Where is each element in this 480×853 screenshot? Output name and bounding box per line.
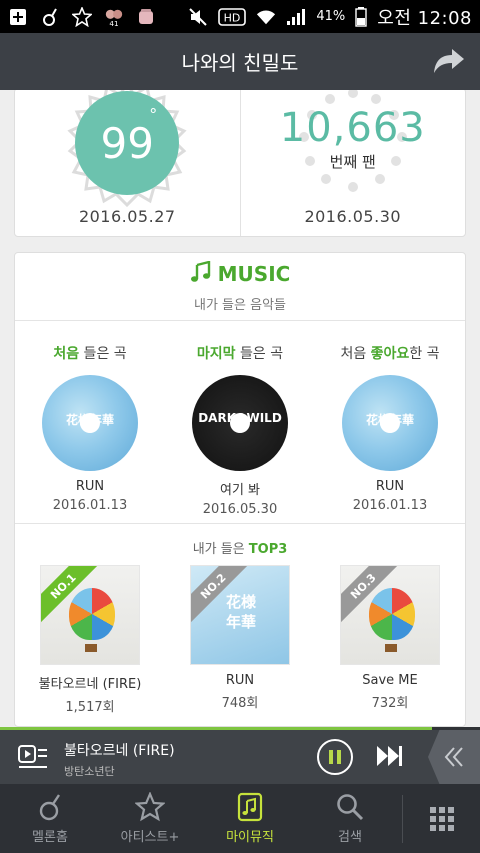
svg-text:41: 41 — [109, 19, 118, 28]
app-header: 나와의 친밀도 — [0, 33, 480, 90]
battery-icon — [355, 6, 367, 27]
fan-rank-date: 2016.05.30 — [304, 207, 402, 226]
next-track-button[interactable] — [376, 745, 404, 767]
bottom-nav: 멜론홈 아티스트+ 마이뮤직 검색 — [0, 784, 480, 853]
double-chevron-left-icon — [444, 747, 463, 767]
top3-item-2[interactable]: 花様年華 NO.2 RUN 748회 — [165, 565, 315, 715]
fan-rank-section: 10,663 번째 팬 2016.05.30 — [239, 90, 466, 236]
star-icon — [135, 792, 165, 822]
pause-icon — [329, 750, 341, 764]
melon-note-icon — [40, 7, 60, 27]
first-listened-label: 처음 들은 곡 — [53, 346, 127, 362]
song-title: RUN — [375, 479, 405, 494]
status-bar: 41 HD 41% 오전 12:08 — [0, 0, 480, 33]
now-playing-title[interactable]: 불타오르네 (FIRE) — [64, 740, 175, 760]
mini-player[interactable]: 불타오르네 (FIRE) 방탄소년단 — [0, 727, 480, 784]
music-note-icon — [190, 259, 212, 288]
song-title: Save ME — [362, 673, 418, 688]
album-cover: NO.1 — [40, 565, 140, 665]
music-title: MUSIC — [190, 259, 291, 288]
nav-more-menu[interactable] — [403, 784, 480, 853]
page-title: 나와의 친밀도 — [181, 51, 299, 75]
first-liked-label: 처음 좋아요한 곡 — [340, 346, 440, 362]
nav-label: 멜론홈 — [32, 830, 68, 845]
degree-symbol: ° — [149, 105, 158, 124]
playlist-icon[interactable] — [18, 744, 48, 770]
share-arrow-icon[interactable] — [432, 47, 466, 75]
play-count: 732회 — [371, 696, 409, 711]
play-count: 1,517회 — [65, 700, 115, 715]
firsts-row: 처음 들은 곡 花様年華 RUN 2016.01.13 마지막 들은 곡 DAR… — [15, 321, 465, 524]
balloon-art — [369, 588, 415, 640]
first-listened-song[interactable]: 처음 들은 곡 花様年華 RUN 2016.01.13 — [15, 321, 165, 523]
nav-artist-plus[interactable]: 아티스트+ — [100, 784, 200, 853]
content-area[interactable]: 99 ° 2016.05.27 10,663 번째 팬 2016.05.30 M… — [0, 90, 480, 727]
fan-rank-label: 번째 팬 — [329, 153, 376, 171]
song-title: 불타오르네 (FIRE) — [38, 677, 142, 692]
song-date: 2016.05.30 — [202, 502, 278, 517]
nav-search[interactable]: 검색 — [300, 784, 400, 853]
temperature-section: 99 ° 2016.05.27 — [15, 90, 240, 236]
svg-text:HD: HD — [224, 11, 241, 24]
nav-my-music[interactable]: 마이뮤직 — [200, 784, 300, 853]
collapse-player-button[interactable] — [428, 730, 480, 784]
top3-item-1[interactable]: NO.1 불타오르네 (FIRE) 1,517회 — [15, 565, 165, 715]
balloon-art — [69, 588, 115, 640]
wifi-icon — [256, 7, 276, 27]
last-listened-song[interactable]: 마지막 들은 곡 DARK&WILD 여기 봐 2016.05.30 — [165, 321, 315, 523]
pause-button[interactable] — [317, 739, 353, 775]
app-notification-icon: 41 — [104, 7, 124, 28]
song-title: RUN — [75, 479, 105, 494]
album-disc: 花様年華 — [42, 375, 138, 471]
album-disc: DARK&WILD — [192, 375, 288, 471]
music-subtitle: 내가 들은 음악들 — [194, 297, 286, 313]
mute-icon — [188, 7, 208, 27]
temperature-date: 2016.05.27 — [78, 207, 176, 226]
nav-label: 마이뮤직 — [226, 830, 274, 845]
skip-next-icon — [377, 746, 402, 766]
album-disc: 花様年華 — [342, 375, 438, 471]
signal-icon — [286, 7, 306, 27]
play-count: 748회 — [221, 696, 259, 711]
app-icon — [136, 7, 156, 27]
song-title: RUN — [225, 673, 255, 688]
nav-label: 검색 — [338, 830, 362, 845]
my-music-icon — [237, 792, 263, 822]
search-icon — [337, 794, 364, 821]
song-date: 2016.01.13 — [52, 498, 128, 513]
intimacy-card: 99 ° 2016.05.27 10,663 번째 팬 2016.05.30 — [14, 90, 466, 237]
album-kanji: 花様年華 — [225, 593, 256, 631]
top3-section: 내가 들은 TOP3 NO.1 불타오르네 (FIRE) 1,517회 花様年華… — [15, 524, 465, 715]
top3-title: 내가 들은 TOP3 — [192, 542, 288, 557]
clock: 오전 12:08 — [377, 7, 472, 29]
nav-melon-home[interactable]: 멜론홈 — [0, 784, 100, 853]
temperature-badge: 99 ° — [75, 91, 180, 195]
last-listened-label: 마지막 들은 곡 — [196, 346, 284, 362]
song-title: 여기 봐 — [219, 483, 260, 498]
temperature-value: 99 — [100, 118, 154, 168]
now-playing-artist: 방탄소년단 — [64, 765, 115, 778]
music-card: MUSIC 내가 들은 음악들 처음 들은 곡 花様年華 RUN 2016.01… — [14, 252, 466, 727]
star-outline-icon — [72, 6, 92, 27]
melon-home-icon — [39, 794, 60, 821]
add-box-icon — [8, 7, 28, 27]
battery-percent: 41% — [316, 9, 346, 24]
nav-label: 아티스트+ — [120, 830, 180, 845]
fan-rank-number: 10,663 — [279, 105, 426, 151]
top3-item-3[interactable]: NO.3 Save ME 732회 — [315, 565, 465, 715]
song-date: 2016.01.13 — [352, 498, 428, 513]
playback-progress[interactable] — [0, 727, 480, 730]
top3-row: NO.1 불타오르네 (FIRE) 1,517회 花様年華 NO.2 RUN 7… — [15, 565, 465, 715]
first-liked-song[interactable]: 처음 좋아요한 곡 花様年華 RUN 2016.01.13 — [315, 321, 465, 523]
hd-icon: HD — [218, 7, 247, 27]
music-title-text: MUSIC — [217, 262, 291, 286]
album-cover: 花様年華 NO.2 — [190, 565, 290, 665]
music-header: MUSIC 내가 들은 음악들 — [15, 253, 465, 321]
album-cover: NO.3 — [340, 565, 440, 665]
grid-menu-icon — [429, 806, 454, 831]
